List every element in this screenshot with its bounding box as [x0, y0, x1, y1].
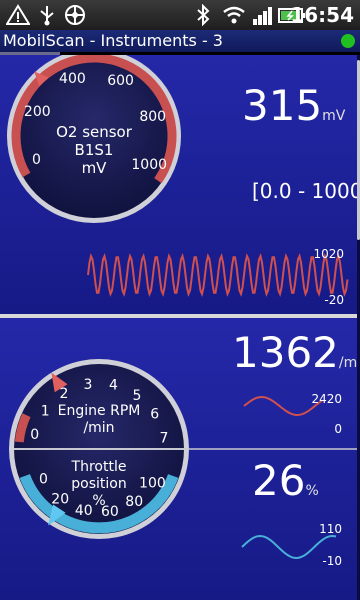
rpm-tick-label: 0: [30, 427, 39, 443]
o2-range: [0.0 - 1000]: [252, 179, 360, 203]
throttle-value: 26: [252, 456, 306, 505]
throttle-tick-label: 0: [39, 472, 48, 488]
rpm-gauge-label-1: Engine RPM: [58, 403, 141, 419]
warning-icon: [6, 4, 30, 25]
rpm-value-display: 1362/min: [232, 328, 360, 377]
o2-tick-label: 400: [59, 71, 86, 87]
rpm-tick-label: 1: [41, 404, 50, 420]
rpm-tick-label: 5: [133, 388, 142, 404]
o2-gauge-label-1: O2 sensor: [56, 123, 133, 141]
rpm-spark-min: 0: [334, 422, 342, 436]
rpm-tick-label: 3: [83, 377, 92, 393]
title-bar: MobilScan - Instruments - 3: [0, 30, 360, 52]
o2-value-unit: mV: [322, 108, 346, 124]
rpm-tick-label: 2: [59, 386, 68, 402]
signal-icon: [253, 7, 272, 25]
throttle-tick-label: 40: [75, 503, 93, 519]
o2-tick-label: 0: [32, 152, 41, 168]
status-clock: 16:54: [290, 3, 354, 27]
usb-icon: [40, 6, 54, 26]
wifi-icon: [223, 6, 245, 24]
throttle-tick-label: 100: [139, 475, 166, 491]
o2-spark-max: 1020: [313, 247, 344, 261]
o2-tick-label: 600: [107, 73, 134, 89]
app-title: MobilScan - Instruments - 3: [3, 31, 223, 50]
o2-gauge-label-unit: mV: [82, 159, 108, 177]
throttle-gauge-label-1: Throttle: [71, 459, 127, 475]
bluetooth-icon: [197, 4, 210, 26]
rpm-value: 1362: [232, 328, 339, 377]
o2-gauge-label-2: B1S1: [75, 141, 114, 159]
o2-tick-label: 800: [139, 109, 166, 125]
throttle-tick-label: 80: [125, 494, 143, 510]
rpm-spark-max: 2420: [311, 392, 342, 406]
throttle-gauge-label-2: position: [71, 476, 126, 492]
instrument-panel-rpm-throttle[interactable]: 0 1 2 3 4 5 6 7 0 20 40 60 80 100 Engine…: [0, 318, 360, 600]
o2-tick-label: 1000: [131, 157, 167, 173]
rpm-gauge-label-2: /min: [83, 420, 114, 436]
rpm-tick-label: 6: [150, 407, 159, 423]
status-bar: 16:54: [0, 0, 360, 30]
throttle-value-unit: %: [305, 483, 319, 499]
o2-value: 315: [242, 81, 323, 130]
throttle-spark-max: 110: [319, 522, 342, 536]
connection-status-indicator: [341, 34, 355, 48]
o2-tick-label: 200: [24, 104, 51, 120]
o2-spark-min: -20: [324, 293, 344, 307]
instrument-panel-o2[interactable]: 0 200 400 600 800 1000 O2 sensor B1S1 mV…: [0, 55, 360, 314]
o2-value-display: 315mV: [242, 81, 345, 130]
rpm-tick-label: 4: [109, 378, 118, 394]
throttle-gauge-label-unit: %: [92, 493, 105, 509]
rpm-tick-label: 7: [160, 431, 169, 447]
steering-wheel-icon: [65, 5, 85, 25]
rpm-sparkline: [243, 395, 323, 416]
o2-sparkline: [87, 253, 349, 297]
throttle-value-display: 26%: [252, 456, 319, 505]
throttle-spark-min: -10: [322, 554, 342, 568]
